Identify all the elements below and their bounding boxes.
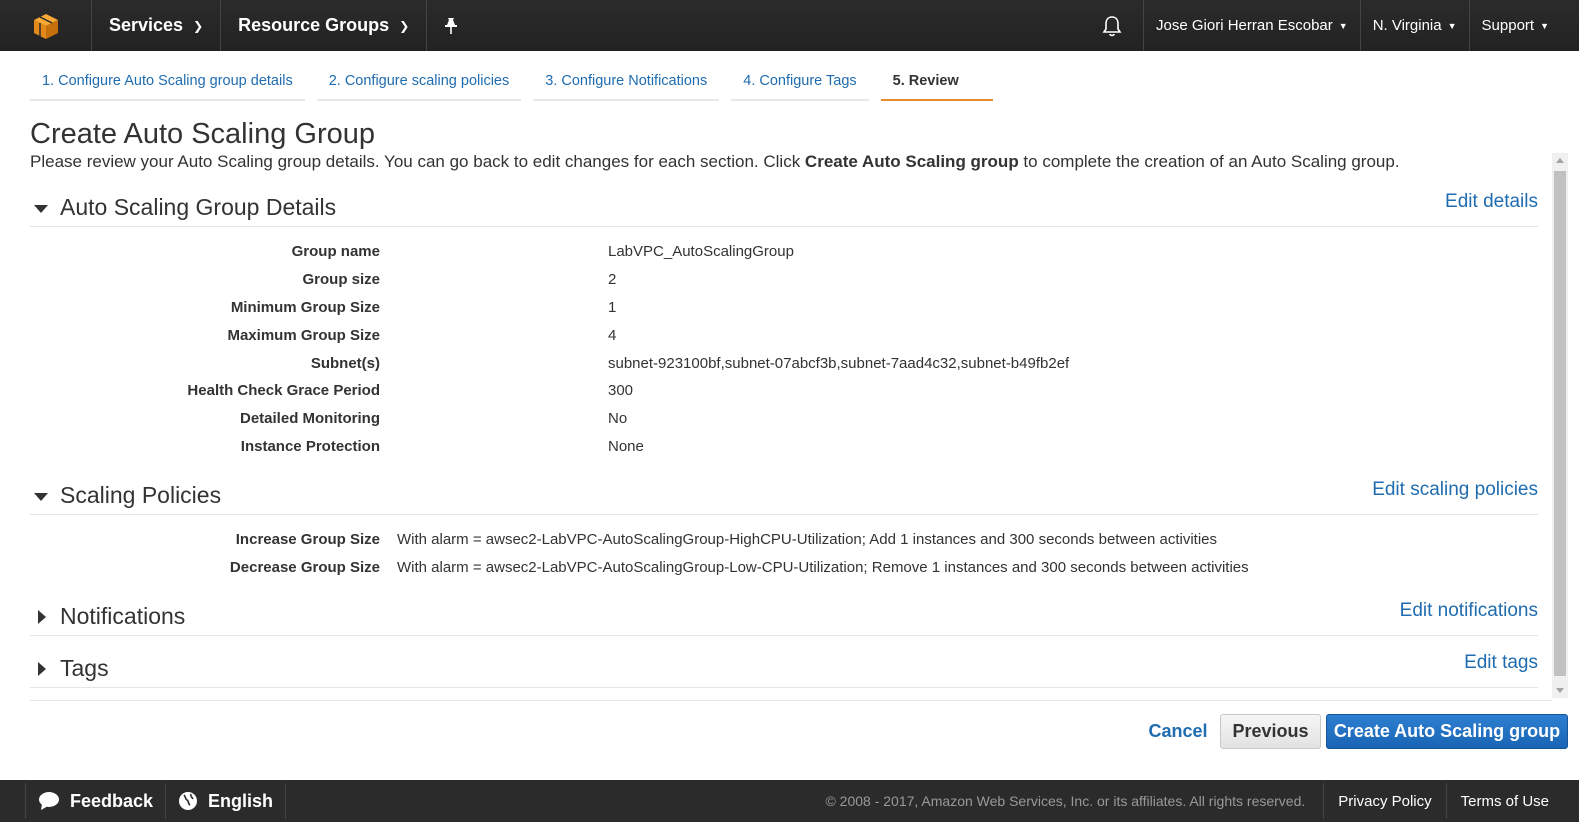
detail-row: Instance Protection None [0, 438, 1500, 466]
policy-row: Increase Group Size With alarm = awsec2-… [0, 531, 1500, 559]
caret-down-icon: ▼ [1447, 20, 1457, 31]
detail-key: Instance Protection [240, 438, 380, 455]
detail-value: None [608, 438, 644, 455]
detail-key: Minimum Group Size [230, 299, 380, 316]
caret-down-icon: ▼ [1338, 20, 1348, 31]
chevron-down-icon: ❯ [193, 18, 204, 33]
account-menu[interactable]: Jose Giori Herran Escobar ▼ [1144, 0, 1361, 51]
detail-row: Minimum Group Size 1 [0, 299, 1500, 327]
details-section-header[interactable]: Auto Scaling Group Details Edit details [30, 191, 1538, 227]
tags-section-title[interactable]: Tags [60, 655, 109, 682]
create-auto-scaling-group-button[interactable]: Create Auto Scaling group [1326, 714, 1568, 749]
step-configure-tags[interactable]: 4. Configure Tags [731, 68, 869, 101]
speech-bubble-icon [39, 792, 59, 810]
services-label: Services [109, 15, 184, 35]
expand-triangle-icon[interactable] [38, 662, 46, 676]
content-divider [30, 700, 1552, 701]
scroll-up-arrow-icon[interactable] [1556, 158, 1564, 163]
detail-key: Group size [302, 271, 380, 288]
chevron-down-icon: ❯ [399, 18, 410, 33]
page-intro: Please review your Auto Scaling group de… [30, 152, 1400, 172]
notifications-section-title[interactable]: Notifications [60, 603, 185, 630]
globe-icon [179, 792, 198, 810]
detail-key: Group name [291, 243, 380, 260]
policy-key: Increase Group Size [235, 531, 380, 548]
resource-groups-menu[interactable]: Resource Groups ❯ [221, 0, 428, 51]
feedback-label: Feedback [70, 790, 154, 811]
detail-key: Maximum Group Size [227, 327, 380, 344]
support-label: Support [1481, 17, 1535, 34]
detail-row: Detailed Monitoring No [0, 410, 1500, 438]
policies-section-title[interactable]: Scaling Policies [60, 482, 221, 509]
detail-value: 300 [608, 382, 634, 399]
detail-key: Detailed Monitoring [240, 410, 380, 427]
intro-text-bold: Create Auto Scaling group [804, 152, 1019, 171]
intro-text-before: Please review your Auto Scaling group de… [30, 152, 805, 171]
pin-button[interactable] [427, 0, 475, 51]
account-name: Jose Giori Herran Escobar [1156, 17, 1333, 34]
detail-row: Subnet(s) subnet-923100bf,subnet-07abcf3… [0, 355, 1500, 383]
detail-value: LabVPC_AutoScalingGroup [608, 243, 794, 260]
details-section-title[interactable]: Auto Scaling Group Details [60, 194, 336, 221]
page-title: Create Auto Scaling Group [30, 118, 375, 150]
detail-row: Group size 2 [0, 271, 1500, 299]
services-menu[interactable]: Services ❯ [92, 0, 222, 51]
detail-row: Maximum Group Size 4 [0, 327, 1500, 355]
edit-details-link[interactable]: Edit details [1445, 191, 1538, 213]
aws-cube-icon [33, 13, 58, 39]
scrollbar-thumb[interactable] [1554, 171, 1566, 676]
aws-logo[interactable] [0, 0, 92, 51]
step-review[interactable]: 5. Review [880, 68, 993, 101]
cancel-button[interactable]: Cancel [1140, 714, 1216, 748]
step-configure-policies[interactable]: 2. Configure scaling policies [316, 68, 522, 101]
notifications-button[interactable] [1080, 0, 1145, 51]
policies-section-header[interactable]: Scaling Policies Edit scaling policies [30, 479, 1538, 515]
expand-triangle-icon[interactable] [38, 610, 46, 624]
notifications-section-header[interactable]: Notifications Edit notifications [30, 600, 1538, 636]
detail-value: 4 [608, 327, 617, 344]
feedback-button[interactable]: Feedback [25, 783, 167, 819]
detail-value: 1 [608, 299, 617, 316]
terms-of-use-link[interactable]: Terms of Use [1445, 783, 1579, 819]
bell-icon [1102, 15, 1122, 36]
detail-key: Health Check Grace Period [187, 382, 380, 399]
detail-row: Group name LabVPC_AutoScalingGroup [0, 243, 1500, 271]
scroll-down-arrow-icon[interactable] [1556, 688, 1564, 693]
edit-notifications-link[interactable]: Edit notifications [1400, 600, 1538, 622]
footer-bar: Feedback English © 2008 - 2017, Amazon W… [0, 780, 1579, 822]
intro-text-after: to complete the creation of an Auto Scal… [1018, 152, 1400, 171]
detail-value: No [608, 410, 628, 427]
top-navigation-bar: Services ❯ Resource Groups ❯ Jose Giori … [0, 0, 1579, 51]
wizard-steps: 1. Configure Auto Scaling group details … [30, 68, 1005, 101]
region-name: N. Virginia [1372, 17, 1442, 34]
step-configure-notifications[interactable]: 3. Configure Notifications [533, 68, 720, 101]
language-label: English [208, 790, 274, 811]
caret-down-icon: ▼ [1540, 20, 1549, 31]
edit-tags-link[interactable]: Edit tags [1464, 652, 1538, 674]
policy-row: Decrease Group Size With alarm = awsec2-… [0, 559, 1500, 587]
vertical-scrollbar[interactable] [1552, 153, 1568, 698]
detail-value: 2 [608, 271, 617, 288]
detail-value: subnet-923100bf,subnet-07abcf3b,subnet-7… [608, 355, 1070, 372]
language-selector[interactable]: English [166, 783, 287, 819]
tags-section-header[interactable]: Tags Edit tags [30, 652, 1538, 688]
policy-value: With alarm = awsec2-LabVPC-AutoScalingGr… [397, 531, 1217, 548]
resource-groups-label: Resource Groups [238, 15, 390, 35]
collapse-triangle-icon[interactable] [34, 493, 48, 501]
region-menu[interactable]: N. Virginia ▼ [1361, 0, 1470, 51]
policy-value: With alarm = awsec2-LabVPC-AutoScalingGr… [397, 559, 1249, 576]
copyright-text: © 2008 - 2017, Amazon Web Services, Inc.… [825, 793, 1306, 809]
step-configure-details[interactable]: 1. Configure Auto Scaling group details [30, 68, 305, 101]
detail-key: Subnet(s) [310, 355, 380, 372]
pin-icon [445, 17, 458, 34]
policy-key: Decrease Group Size [229, 559, 380, 576]
detail-row: Health Check Grace Period 300 [0, 382, 1500, 410]
support-menu[interactable]: Support ▼ [1470, 0, 1579, 51]
privacy-policy-link[interactable]: Privacy Policy [1323, 783, 1445, 819]
previous-button[interactable]: Previous [1220, 714, 1321, 749]
nav-right-group: Jose Giori Herran Escobar ▼ N. Virginia … [1080, 0, 1579, 51]
edit-scaling-policies-link[interactable]: Edit scaling policies [1372, 479, 1538, 501]
collapse-triangle-icon[interactable] [34, 205, 48, 213]
